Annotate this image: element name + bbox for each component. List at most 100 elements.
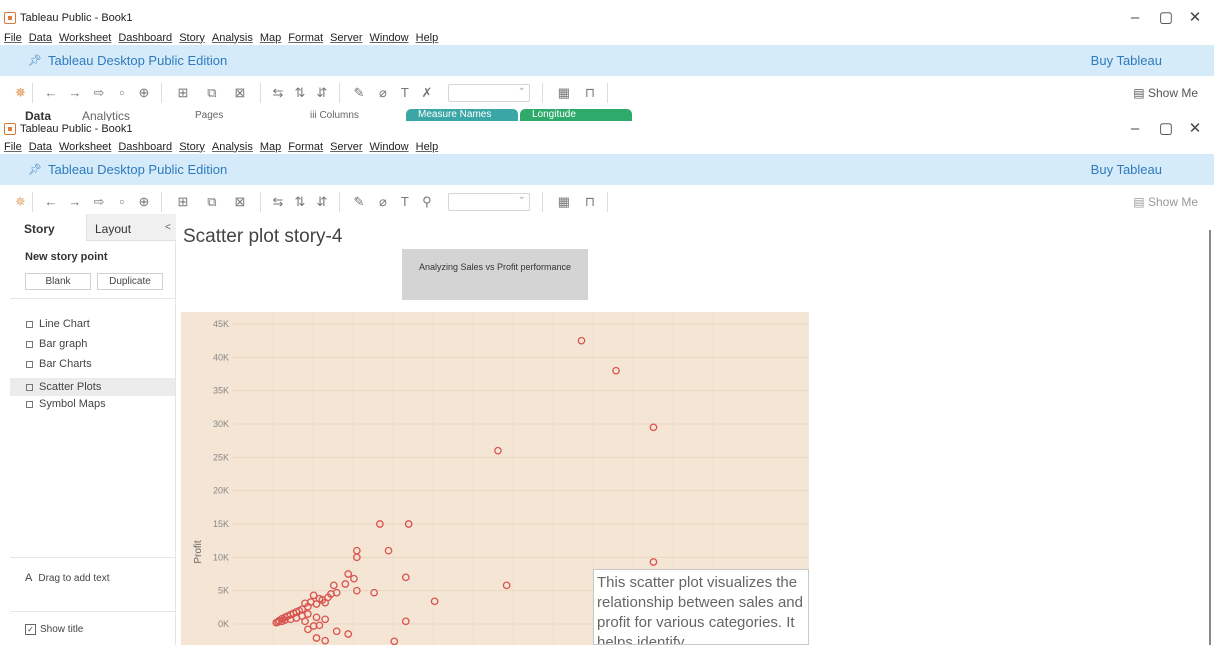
sort-asc-icon[interactable]: ⇅ xyxy=(289,85,311,101)
group-icon[interactable]: ⌀ xyxy=(372,85,394,101)
redo-icon[interactable]: ⇨ xyxy=(87,85,111,101)
story-point-caption[interactable]: Analyzing Sales vs Profit performance xyxy=(402,249,588,300)
menu-map[interactable]: Map xyxy=(260,141,281,153)
annotation-box[interactable]: This scatter plot visualizes the relatio… xyxy=(593,569,809,645)
sort-desc-icon[interactable]: ⇵ xyxy=(311,194,333,210)
menu-worksheet[interactable]: Worksheet xyxy=(59,141,111,153)
clear-sheet-icon[interactable]: ⊠ xyxy=(226,194,254,210)
scatter-point[interactable] xyxy=(304,625,312,634)
scatter-point[interactable] xyxy=(341,580,350,588)
scatter-point[interactable] xyxy=(430,597,439,606)
tab-story[interactable]: Story xyxy=(24,222,55,236)
menu-window[interactable]: Window xyxy=(370,141,409,153)
bg-menu-data[interactable]: Data xyxy=(29,32,52,44)
vertical-scrollbar[interactable] xyxy=(1209,230,1211,645)
redo-icon[interactable]: ⇨ xyxy=(87,194,111,210)
scatter-point[interactable] xyxy=(312,613,321,622)
minimize-button[interactable]: – xyxy=(1120,121,1150,137)
tableau-icon[interactable]: ✵ xyxy=(15,194,26,210)
menu-help[interactable]: Help xyxy=(416,141,439,153)
drag-to-add-text[interactable]: A Drag to add text xyxy=(25,572,110,584)
show-me-button[interactable]: ▤ Show Me xyxy=(1133,195,1198,209)
scatter-point[interactable] xyxy=(344,630,353,638)
clear-sheet-icon[interactable]: ⊠ xyxy=(226,85,254,101)
sheet-item-bar-graph[interactable]: Bar graph xyxy=(26,338,87,350)
sheet-item-scatter-plots[interactable]: Scatter Plots xyxy=(10,378,175,396)
presentation-icon[interactable]: ▦ xyxy=(549,194,579,210)
duplicate-icon[interactable]: ⧉ xyxy=(198,194,226,210)
back-arrow-icon[interactable]: ← xyxy=(39,194,63,209)
menu-dashboard[interactable]: Dashboard xyxy=(118,141,172,153)
labels-icon[interactable]: T xyxy=(394,194,416,209)
blank-button[interactable]: Blank xyxy=(25,273,91,290)
scatter-point[interactable] xyxy=(384,546,393,555)
duplicate-button[interactable]: Duplicate xyxy=(97,273,163,290)
sheet-item-symbol-maps[interactable]: Symbol Maps xyxy=(26,398,106,410)
menu-server[interactable]: Server xyxy=(330,141,362,153)
bg-menu-file[interactable]: File xyxy=(4,32,22,44)
sort-asc-icon[interactable]: ⇅ xyxy=(289,194,311,210)
highlight-icon[interactable]: ✎ xyxy=(346,85,372,101)
bg-analytics-tab[interactable]: Analytics xyxy=(82,109,130,121)
scatter-point[interactable] xyxy=(352,546,361,555)
back-arrow-icon[interactable]: ← xyxy=(39,85,63,100)
labels-icon[interactable]: T xyxy=(394,85,416,100)
sheet-item-line-chart[interactable]: Line Chart xyxy=(26,318,90,330)
scatter-point[interactable] xyxy=(321,615,330,624)
group-icon[interactable]: ⌀ xyxy=(372,194,394,210)
menu-format[interactable]: Format xyxy=(288,141,323,153)
scatter-point[interactable] xyxy=(494,446,502,455)
bg-minimize-button[interactable]: – xyxy=(1120,10,1150,26)
bg-menu-worksheet[interactable]: Worksheet xyxy=(59,32,111,44)
buy-tableau-link[interactable]: Buy Tableau xyxy=(1091,162,1162,177)
scatter-point[interactable] xyxy=(502,581,511,590)
presentation-icon[interactable]: ▦ xyxy=(549,85,579,101)
bg-menu-analysis[interactable]: Analysis xyxy=(212,32,253,44)
bg-data-tab[interactable]: Data xyxy=(25,109,51,121)
tableau-icon[interactable]: ✵ xyxy=(15,85,26,101)
collapse-pane-button[interactable]: < xyxy=(165,222,171,233)
bg-menu-dashboard[interactable]: Dashboard xyxy=(118,32,172,44)
new-datasource-icon[interactable]: ⊕ xyxy=(133,194,155,210)
scatter-point[interactable] xyxy=(329,581,338,590)
scatter-point[interactable] xyxy=(332,627,341,636)
show-title-option[interactable]: ✓ Show title xyxy=(25,624,83,635)
fit-dropdown[interactable] xyxy=(447,191,530,211)
scatter-point[interactable] xyxy=(344,570,353,578)
bg-maximize-button[interactable]: ▢ xyxy=(1151,10,1181,26)
forward-arrow-icon[interactable]: → xyxy=(63,194,87,209)
close-button[interactable]: ✕ xyxy=(1180,121,1210,137)
new-sheet-icon[interactable]: ⊞ xyxy=(168,194,198,210)
bg-menu-window[interactable]: Window xyxy=(370,32,409,44)
swap-icon[interactable]: ⇆ xyxy=(267,85,289,101)
sheet-item-bar-charts[interactable]: Bar Charts xyxy=(26,358,92,370)
menu-file[interactable]: File xyxy=(4,141,22,153)
bg-menu-map[interactable]: Map xyxy=(260,32,281,44)
new-datasource-icon[interactable]: ⊕ xyxy=(133,85,155,101)
duplicate-icon[interactable]: ⧉ xyxy=(198,85,226,101)
scatter-point[interactable] xyxy=(649,423,658,432)
fit-dropdown[interactable] xyxy=(447,82,530,102)
bg-close-button[interactable]: ✕ xyxy=(1180,10,1210,26)
fix-axes-icon[interactable]: ⚲ xyxy=(416,194,438,210)
scatter-point[interactable] xyxy=(321,636,330,645)
share-icon[interactable]: ⊓ xyxy=(579,85,601,101)
scatter-point[interactable] xyxy=(401,573,410,582)
save-icon[interactable]: ▫ xyxy=(111,194,133,209)
swap-icon[interactable]: ⇆ xyxy=(267,194,289,210)
scatter-point[interactable] xyxy=(649,558,658,566)
bg-menu-story[interactable]: Story xyxy=(179,32,205,44)
bg-menu-help[interactable]: Help xyxy=(416,32,439,44)
bg-show-me-button[interactable]: ▤ Show Me xyxy=(1133,86,1198,100)
scatter-point[interactable] xyxy=(312,634,321,642)
measure-names-pill[interactable]: Measure Names xyxy=(406,109,518,121)
scatter-point[interactable] xyxy=(390,637,399,646)
new-sheet-icon[interactable]: ⊞ xyxy=(168,85,198,101)
scatter-point[interactable] xyxy=(350,574,358,583)
longitude-pill[interactable]: Longitude (generate xyxy=(520,109,632,121)
sort-desc-icon[interactable]: ⇵ xyxy=(311,85,333,101)
bg-buy-tableau-link[interactable]: Buy Tableau xyxy=(1091,53,1162,68)
tab-layout[interactable]: Layout xyxy=(95,222,131,236)
scatter-point[interactable] xyxy=(612,366,620,375)
menu-story[interactable]: Story xyxy=(179,141,205,153)
